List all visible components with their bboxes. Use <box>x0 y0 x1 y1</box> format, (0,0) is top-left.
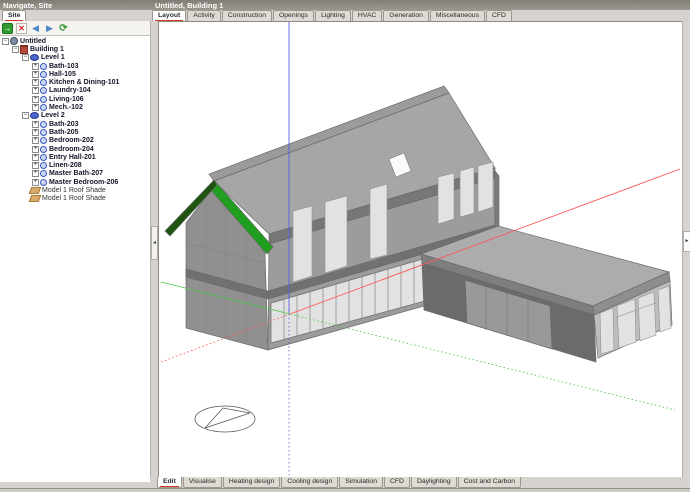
house-right-end <box>495 171 499 231</box>
expand-icon[interactable]: + <box>32 162 39 169</box>
expand-icon[interactable]: + <box>32 79 39 86</box>
expand-icon[interactable]: + <box>32 137 39 144</box>
refresh-icon[interactable]: ⟳ <box>58 23 69 34</box>
tree-item-roof-shade[interactable]: Model 1 Roof Shade <box>0 195 149 203</box>
tree-item-level2[interactable]: −Level 2 <box>0 112 149 120</box>
collapse-icon[interactable]: − <box>22 112 29 119</box>
status-band <box>0 488 690 492</box>
tree-item-zone[interactable]: +Bath-203 <box>0 120 149 128</box>
title-bar: Navigate, Site Untitled, Building 1 <box>0 0 690 10</box>
tree-item-zone[interactable]: +Bedroom-202 <box>0 137 149 145</box>
tree-item-level1[interactable]: −Level 1 <box>0 54 149 62</box>
tab-miscellaneous[interactable]: Miscellaneous <box>430 10 485 21</box>
tree-item-zone[interactable]: +Hall-105 <box>0 70 149 78</box>
expand-icon[interactable]: + <box>32 71 39 78</box>
zone-icon <box>40 170 47 177</box>
expand-icon[interactable]: + <box>32 121 39 128</box>
go-to-icon[interactable]: → <box>2 23 13 34</box>
right-collapsed-panel[interactable]: ► <box>682 21 690 477</box>
site-tree: −Untitled −Building 1 −Level 1 +Bath-103… <box>0 37 149 481</box>
tree-item-zone[interactable]: +Laundry-104 <box>0 87 149 95</box>
tree-item-zone[interactable]: +Bedroom-204 <box>0 145 149 153</box>
tree-item-zone[interactable]: +Mech.-102 <box>0 103 149 111</box>
zone-icon <box>40 121 47 128</box>
tab-cfd-top[interactable]: CFD <box>486 10 512 21</box>
tree-item-roof-shade[interactable]: Model 1 Roof Shade <box>0 186 149 194</box>
tab-edit[interactable]: Edit <box>157 477 182 488</box>
tab-activity[interactable]: Activity <box>187 10 221 21</box>
site-icon <box>10 37 18 45</box>
roof-shade-icon <box>29 187 42 194</box>
level-icon <box>30 112 39 119</box>
tree-item-zone[interactable]: +Bath-205 <box>0 128 149 136</box>
tab-daylighting[interactable]: Daylighting <box>411 477 457 488</box>
main-panel-title: Untitled, Building 1 <box>155 1 223 10</box>
zone-icon <box>40 71 47 78</box>
navigator-toolbar: → ✕ ◀ ▶ ⟳ <box>0 21 150 36</box>
zone-icon <box>40 129 47 136</box>
tree-item-zone[interactable]: +Linen-208 <box>0 161 149 169</box>
zone-icon <box>40 96 47 103</box>
expand-icon[interactable]: + <box>32 104 39 111</box>
level-icon <box>30 54 39 61</box>
tab-cooling-design[interactable]: Cooling design <box>281 477 338 488</box>
zone-icon <box>40 87 47 94</box>
tree-item-zone[interactable]: +Master Bedroom-206 <box>0 178 149 186</box>
expand-icon[interactable]: + <box>32 170 39 177</box>
zone-icon <box>40 63 47 70</box>
zone-icon <box>40 162 47 169</box>
zone-icon <box>40 146 47 153</box>
collapse-left-panel-icon[interactable]: ◄ <box>151 226 158 260</box>
collapse-icon[interactable]: − <box>2 38 9 45</box>
forward-icon[interactable]: ▶ <box>44 23 55 34</box>
zone-icon <box>40 104 47 111</box>
tab-hvac[interactable]: HVAC <box>352 10 382 21</box>
panel-splitter[interactable]: ◄ <box>151 21 158 482</box>
tab-generation[interactable]: Generation <box>383 10 429 21</box>
expand-icon[interactable]: + <box>32 129 39 136</box>
tab-openings[interactable]: Openings <box>273 10 314 21</box>
tree-item-zone[interactable]: +Bath-103 <box>0 62 149 70</box>
delete-icon[interactable]: ✕ <box>16 23 27 34</box>
back-icon[interactable]: ◀ <box>30 23 41 34</box>
collapse-icon[interactable]: − <box>22 54 29 61</box>
tree-item-zone[interactable]: +Living-106 <box>0 95 149 103</box>
zone-icon <box>40 179 47 186</box>
expand-right-panel-icon[interactable]: ► <box>683 231 690 252</box>
collapse-icon[interactable]: − <box>12 46 19 53</box>
zone-icon <box>40 79 47 86</box>
screen-tabstrip: Edit Visualise Heating design Cooling de… <box>150 477 690 488</box>
tree-item-zone[interactable]: +Kitchen & Dining-101 <box>0 78 149 86</box>
tab-cost-and-carbon[interactable]: Cost and Carbon <box>458 477 521 488</box>
expand-icon[interactable]: + <box>32 87 39 94</box>
expand-icon[interactable]: + <box>32 179 39 186</box>
building-icon <box>20 45 28 54</box>
navigator-panel: → ✕ ◀ ▶ ⟳ −Untitled −Building 1 −Level 1… <box>0 21 151 482</box>
expand-icon[interactable]: + <box>32 96 39 103</box>
tab-lighting[interactable]: Lighting <box>315 10 351 21</box>
model-canvas[interactable] <box>159 22 683 478</box>
tab-visualise[interactable]: Visualise <box>183 477 222 488</box>
tree-item-building[interactable]: −Building 1 <box>0 45 149 53</box>
garage[interactable] <box>421 226 672 362</box>
expand-icon[interactable]: + <box>32 154 39 161</box>
tree-item-zone[interactable]: +Entry Hall-201 <box>0 153 149 161</box>
zone-icon <box>40 154 47 161</box>
tree-item-zone[interactable]: +Master Bath-207 <box>0 170 149 178</box>
roof-shade-icon <box>29 195 42 202</box>
tab-construction[interactable]: Construction <box>222 10 272 21</box>
tab-layout[interactable]: Layout <box>152 10 186 21</box>
expand-icon[interactable]: + <box>32 146 39 153</box>
tab-site[interactable]: Site <box>2 10 26 21</box>
tab-cfd-bottom[interactable]: CFD <box>384 477 410 488</box>
north-arrow-compass <box>195 406 255 432</box>
zone-icon <box>40 137 47 144</box>
tab-simulation[interactable]: Simulation <box>339 477 383 488</box>
expand-icon[interactable]: + <box>32 63 39 70</box>
model-viewport[interactable] <box>158 21 682 477</box>
tab-heating-design[interactable]: Heating design <box>223 477 280 488</box>
left-panel-title: Navigate, Site <box>3 1 52 10</box>
